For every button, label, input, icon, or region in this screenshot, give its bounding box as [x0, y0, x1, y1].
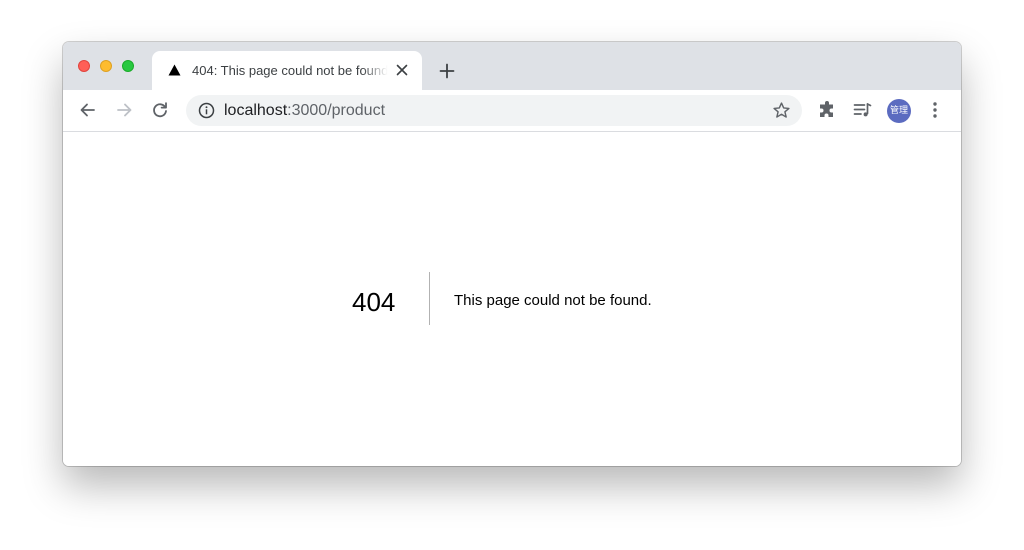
back-arrow-icon[interactable]: [78, 100, 98, 120]
kebab-menu-icon[interactable]: [925, 100, 945, 120]
extensions-puzzle-icon[interactable]: [817, 100, 837, 120]
forward-arrow-icon[interactable]: [114, 100, 134, 120]
tab-title: 404: This page could not be found: [192, 63, 388, 78]
browser-toolbar: localhost:3000/product 管理: [63, 90, 961, 132]
profile-avatar[interactable]: 管理: [887, 99, 911, 123]
active-tab[interactable]: 404: This page could not be found: [152, 51, 422, 90]
maximize-window-button[interactable]: [122, 60, 134, 72]
error-message: This page could not be found.: [454, 292, 652, 309]
new-tab-plus-icon[interactable]: [439, 63, 455, 79]
url-text[interactable]: localhost:3000/product: [224, 101, 385, 121]
page-content: 404 This page could not be found.: [63, 132, 961, 466]
info-icon[interactable]: [198, 102, 215, 119]
browser-window: 404: This page could not be found localh…: [63, 42, 961, 466]
triangle-icon: [168, 64, 181, 76]
url-path: :3000/product: [287, 102, 386, 119]
minimize-window-button[interactable]: [100, 60, 112, 72]
address-bar[interactable]: localhost:3000/product: [186, 95, 802, 126]
error-code: 404: [352, 287, 396, 317]
tab-title-fade: [362, 59, 394, 83]
media-queue-icon[interactable]: [852, 100, 872, 120]
tab-strip: 404: This page could not be found: [63, 42, 961, 90]
url-host: localhost: [224, 102, 288, 119]
close-icon[interactable]: [396, 64, 408, 76]
close-window-button[interactable]: [78, 60, 90, 72]
error-divider: [429, 272, 430, 325]
star-bookmark-icon[interactable]: [772, 101, 791, 120]
reload-icon[interactable]: [150, 100, 170, 120]
